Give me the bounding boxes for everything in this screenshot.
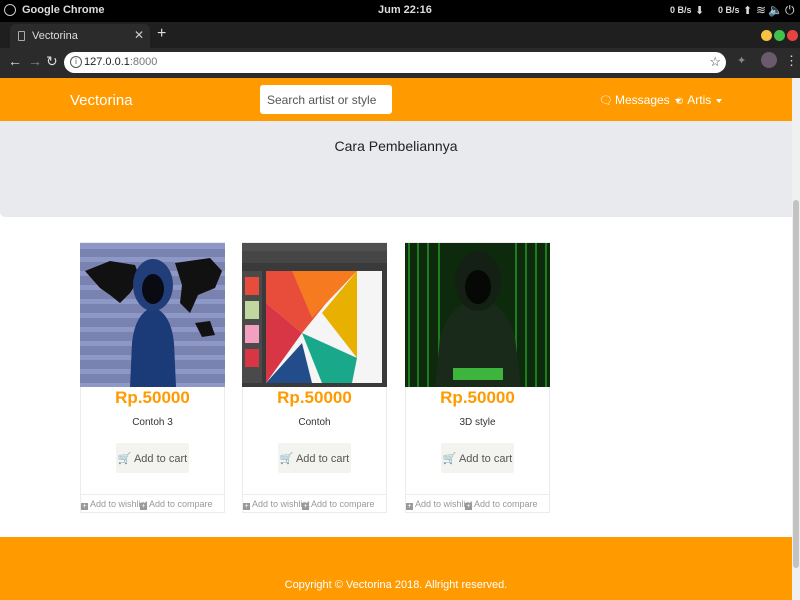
new-tab-icon[interactable]: + [157, 25, 166, 43]
cart-label: Add to cart [133, 452, 188, 465]
product-name[interactable]: Contoh 3 [81, 417, 224, 428]
os-clock[interactable]: Jum 22:16 [378, 4, 432, 16]
bookmark-star-icon[interactable]: ☆ [709, 54, 721, 70]
jumbotron-title: Cara Pembeliannya [334, 138, 458, 154]
add-to-compare-link[interactable]: + Add to compare [140, 499, 213, 510]
system-tray-icons[interactable]: ≋🔈⏻ [756, 3, 797, 18]
product-card: Rp.50000 Contoh 🛒 Add to cart + Add to wi… [242, 242, 387, 513]
product-card: Rp.50000 Contoh 3 🛒 Add to cart + Add to … [80, 242, 225, 513]
forward-arrow-icon[interactable]: → [28, 53, 42, 69]
cart-icon: 🛒 [279, 452, 294, 465]
browser-toolbar: ← → ↻ i 127.0.0.1:8000 ☆ [0, 48, 800, 78]
chat-icon: 🗨 [599, 95, 613, 107]
address-bar[interactable]: i 127.0.0.1:8000 ☆ [64, 52, 726, 73]
user-icon: ☺ [674, 95, 686, 107]
reload-icon[interactable]: ↻ [46, 53, 58, 70]
plus-icon: + [243, 503, 250, 510]
add-to-compare-link[interactable]: + Add to compare [302, 499, 375, 510]
net-up-speed: 0 B/s [718, 5, 740, 15]
jumbotron: Cara Pembeliannya [0, 121, 792, 217]
artis-dropdown[interactable]: ☺ Artis [674, 93, 723, 107]
product-price: Rp.50000 [440, 388, 515, 407]
plus-icon: + [406, 503, 413, 510]
url-host: 127.0.0.1 [84, 56, 130, 68]
product-image[interactable] [242, 243, 387, 387]
product-price: Rp.50000 [277, 388, 352, 407]
cart-icon: 🛒 [117, 452, 132, 465]
download-arrow-icon: ⬇ [695, 5, 705, 17]
product-image[interactable] [80, 243, 225, 387]
card-footer: + Add to wishlist + Add to compare [81, 494, 224, 513]
menu-dots-icon[interactable]: ⋮ [785, 53, 798, 69]
messages-label: Messages [614, 93, 670, 107]
product-image[interactable] [405, 243, 550, 387]
maximize-button[interactable] [774, 30, 785, 41]
browser-tab-strip: Vectorina ✕ [0, 22, 800, 48]
cart-label: Add to cart [458, 452, 513, 465]
add-to-cart-button[interactable]: 🛒 Add to cart [441, 443, 514, 473]
card-footer: + Add to wishlist + Add to compare [243, 494, 386, 513]
extension-icon[interactable]: ✦ [737, 54, 749, 67]
back-arrow-icon[interactable]: ← [8, 53, 22, 69]
search-input[interactable] [260, 85, 392, 114]
compare-label: Add to compare [149, 499, 213, 509]
brand-logo[interactable]: Vectorina [70, 92, 133, 109]
close-window-button[interactable] [787, 30, 798, 41]
add-to-wishlist-link[interactable]: + Add to wishlist [406, 499, 473, 510]
wishlist-label: Add to wishlist [90, 499, 148, 509]
product-price: Rp.50000 [115, 388, 190, 407]
plus-icon: + [302, 503, 309, 510]
artis-label: Artis [687, 93, 712, 107]
info-icon[interactable]: i [70, 56, 82, 68]
cart-icon: 🛒 [442, 452, 457, 465]
wishlist-label: Add to wishlist [252, 499, 310, 509]
url-port: :8000 [129, 56, 158, 68]
plus-icon: + [140, 503, 147, 510]
copyright-text: Copyright © Vectorina 2018. Allright res… [284, 579, 508, 591]
compare-label: Add to compare [474, 499, 538, 509]
plus-icon: + [81, 503, 88, 510]
close-icon[interactable]: ✕ [134, 28, 144, 42]
add-to-cart-button[interactable]: 🛒 Add to cart [116, 443, 189, 473]
page-icon [18, 31, 25, 41]
plus-icon: + [465, 503, 472, 510]
product-name[interactable]: 3D style [406, 417, 549, 428]
os-app-name[interactable]: Google Chrome [22, 4, 105, 16]
cart-label: Add to cart [295, 452, 350, 465]
product-card: Rp.50000 3D style 🛒 Add to cart + Add to … [405, 242, 550, 513]
add-to-compare-link[interactable]: + Add to compare [465, 499, 538, 510]
profile-avatar[interactable] [761, 52, 777, 68]
os-logo-icon[interactable] [4, 4, 16, 16]
wishlist-label: Add to wishlist [415, 499, 473, 509]
upload-arrow-icon: ⬆ [743, 5, 753, 17]
net-down-speed: 0 B/s [670, 5, 692, 15]
scrollbar-thumb[interactable] [793, 200, 799, 568]
card-footer: + Add to wishlist + Add to compare [406, 494, 549, 513]
minimize-button[interactable] [761, 30, 772, 41]
tab-title: Vectorina [32, 30, 78, 42]
add-to-wishlist-link[interactable]: + Add to wishlist [243, 499, 310, 510]
messages-dropdown[interactable]: 🗨 Messages [599, 93, 681, 107]
os-top-bar: Google Chrome Jum 22:16 0 B/s ⬇ 0 B/s ⬆ … [0, 0, 800, 22]
add-to-cart-button[interactable]: 🛒 Add to cart [278, 443, 351, 473]
web-page: Vectorina 🗨Messages ☺Artis Cara Pembelia… [0, 78, 792, 600]
product-name[interactable]: Contoh [243, 417, 386, 428]
add-to-wishlist-link[interactable]: + Add to wishlist [81, 499, 148, 510]
site-footer: Copyright © Vectorina 2018. Allright res… [0, 537, 792, 600]
browser-tab[interactable]: Vectorina ✕ [10, 24, 150, 48]
site-navbar: Vectorina 🗨Messages ☺Artis [0, 78, 792, 121]
chevron-down-icon [716, 98, 723, 103]
url-text: 127.0.0.1:8000 [84, 56, 157, 68]
compare-label: Add to compare [311, 499, 375, 509]
